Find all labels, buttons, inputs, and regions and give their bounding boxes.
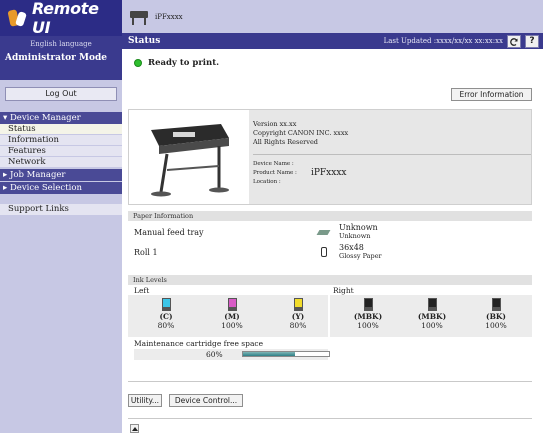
maintenance-panel: 60% — [134, 349, 330, 360]
sidebar: Remote UI English language Administrator… — [0, 0, 122, 433]
mode-label: Administrator Mode — [5, 53, 107, 63]
ink-percent: 100% — [485, 320, 507, 330]
printer-icon — [128, 8, 150, 26]
sidebar-item-status[interactable]: Status — [0, 124, 122, 135]
model-name: iPFxxxx — [155, 12, 183, 21]
manual-feed-type: Unknown — [339, 223, 378, 232]
manual-feed-detail: Unknown — [339, 232, 371, 240]
refresh-icon — [510, 37, 518, 46]
last-updated: Last Updated :xxxx/xx/xx xx:xx:xx — [383, 37, 503, 45]
sidebar-top: English language Administrator Mode — [0, 36, 122, 80]
logout-area: Log Out — [0, 80, 122, 104]
nav-job-manager[interactable]: ▸ Job Manager — [0, 169, 122, 181]
paper-section-header: Paper Information — [128, 211, 532, 221]
status-ok-icon — [134, 59, 142, 67]
ink-cartridge-icon — [293, 298, 303, 311]
ink-cartridge-icon — [227, 298, 237, 311]
device-info-panel: Version xx.xx Copyright CANON INC. xxxx … — [128, 109, 532, 205]
ink-section-header: Ink Levels — [128, 275, 532, 285]
ink-right-label: Right — [333, 286, 354, 295]
divider — [253, 154, 531, 155]
divider — [128, 381, 532, 382]
status-text: Ready to print. — [148, 58, 220, 68]
header: iPFxxxx — [122, 0, 543, 33]
printer-illustration-icon — [151, 124, 229, 197]
roll1-label: Roll 1 — [134, 248, 158, 257]
device-control-button[interactable]: Device Control... — [169, 394, 243, 407]
help-button[interactable]: ? — [525, 34, 539, 48]
device-name-label: Device Name : — [253, 161, 294, 167]
title-bar: Status Last Updated :xxxx/xx/xx xx:xx:xx… — [122, 33, 543, 49]
ink-percent: 80% — [157, 320, 175, 330]
product-name-label: Product Name : — [253, 170, 297, 176]
location-label: Location : — [253, 179, 281, 185]
page-title: Status — [128, 36, 161, 46]
roll1-size: 36x48 — [339, 243, 364, 252]
divider — [128, 418, 532, 419]
error-information-button[interactable]: Error Information — [451, 88, 532, 101]
sidebar-item-features[interactable]: Features — [0, 146, 122, 157]
location-row: Location : — [253, 178, 531, 187]
ink-percent: 100% — [421, 320, 443, 330]
ink-cartridge-icon — [363, 298, 373, 311]
firmware-version: Version xx.xx — [253, 120, 297, 128]
product-name-value: iPFxxxx — [311, 168, 347, 178]
maintenance-label: Maintenance cartridge free space — [134, 339, 264, 348]
logo-bar: Remote UI — [0, 0, 122, 37]
sidebar-item-network[interactable]: Network — [0, 157, 122, 168]
nav-device-manager[interactable]: ▾ Device Manager — [0, 112, 122, 124]
ink-cyan: (C) 80% — [144, 298, 188, 330]
ink-cartridge-icon — [161, 298, 171, 311]
nav-device-selection[interactable]: ▸ Device Selection — [0, 182, 122, 194]
ink-left-label: Left — [134, 286, 150, 295]
refresh-button[interactable] — [507, 34, 521, 48]
ink-percent: 100% — [221, 320, 243, 330]
ink-left-panel: (C) 80% (M) 100% (Y) 80% — [128, 295, 328, 337]
canon-logo-icon — [7, 8, 28, 28]
product-name-row: Product Name : iPFxxxx — [253, 169, 531, 178]
device-details: Version xx.xx Copyright CANON INC. xxxx … — [253, 120, 531, 187]
roll-paper-icon — [321, 247, 327, 257]
support-links[interactable]: Support Links — [0, 204, 122, 215]
printer-image — [129, 110, 249, 204]
logout-button[interactable]: Log Out — [5, 87, 117, 101]
ink-matte-black: (MBK) 100% — [346, 298, 390, 330]
maintenance-bar-fill — [243, 352, 295, 356]
rights-text: All Rights Reserved — [253, 138, 318, 146]
ink-magenta: (M) 100% — [210, 298, 254, 330]
manual-feed-label: Manual feed tray — [134, 228, 204, 237]
ink-black: (BK) 100% — [474, 298, 518, 330]
app-logo-text: Remote UI — [31, 0, 99, 37]
manual-feed-info: Unknown Unknown — [316, 223, 378, 241]
maintenance-bar — [242, 351, 330, 357]
ink-cartridge-icon — [427, 298, 437, 311]
ink-cartridge-icon — [491, 298, 501, 311]
ink-percent: 100% — [357, 320, 379, 330]
scroll-top-button[interactable] — [130, 424, 139, 433]
ink-right-panel: (MBK) 100% (MBK) 100% (BK) 100% — [330, 295, 532, 337]
roll1-media: Glossy Paper — [339, 252, 382, 260]
main-content: Ready to print. Error Information Versio… — [122, 49, 543, 433]
utility-button[interactable]: Utility... — [128, 394, 162, 407]
copyright-text: Copyright CANON INC. xxxx — [253, 129, 349, 137]
roll1-info: 36x48 Glossy Paper — [318, 243, 382, 261]
maintenance-percent: 60% — [206, 350, 223, 359]
ink-yellow: (Y) 80% — [276, 298, 320, 330]
device-name-row: Device Name : — [253, 160, 531, 169]
ink-matte-black-2: (MBK) 100% — [410, 298, 454, 330]
printer-status: Ready to print. — [134, 58, 219, 68]
tray-icon — [316, 229, 331, 235]
sidebar-item-information[interactable]: Information — [0, 135, 122, 146]
ink-percent: 80% — [289, 320, 307, 330]
language-link[interactable]: English language — [0, 40, 122, 48]
